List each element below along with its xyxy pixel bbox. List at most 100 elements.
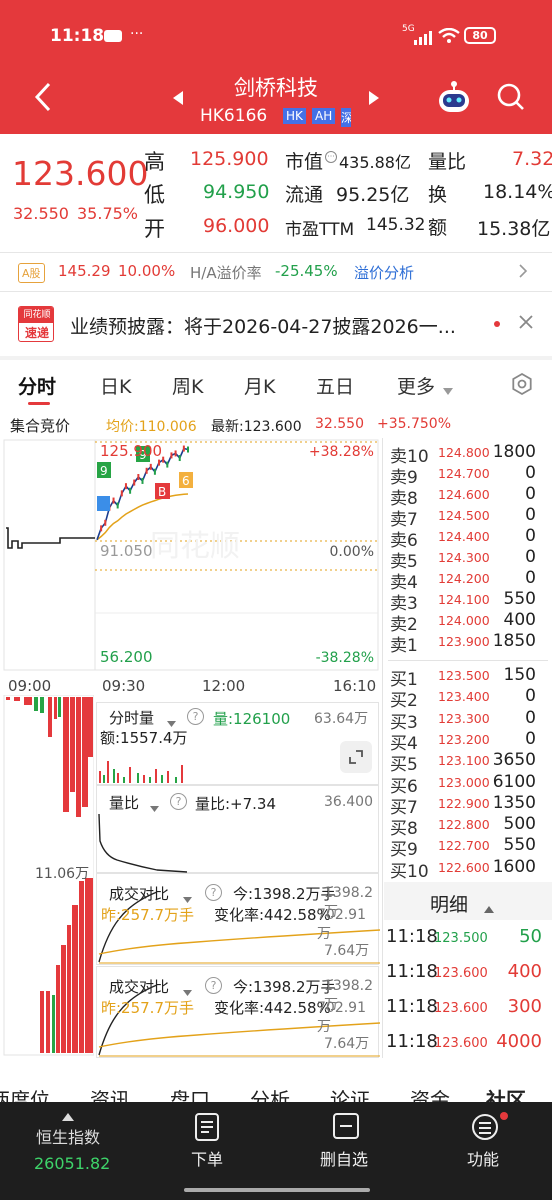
status-bar: 11:18 ··· 5G 80 [0, 18, 552, 58]
section-tab-community[interactable]: 社区 [486, 1084, 526, 1102]
detail-row: 11:18 123.600 4000 [384, 1027, 552, 1061]
orderbook-row[interactable]: 卖5 124.300 0 [388, 547, 548, 572]
vol-ratio-panel[interactable]: 量比 ? 量比:+7.34 36.400 [96, 785, 379, 873]
compare-panel-1[interactable]: 成交对比 ? 今:1398.2万手 昨:257.7万手 变化率:442.58% … [96, 873, 380, 965]
tab-daily[interactable]: 日K [100, 372, 131, 399]
gear-icon [512, 372, 532, 396]
premium-analysis-link[interactable]: 溢价分析 [354, 262, 414, 283]
search-button[interactable] [496, 82, 526, 116]
orderbook-row[interactable]: 买5 123.100 3650 [388, 750, 548, 775]
price-chart[interactable]: 同花顺 9 9 B 6 125.900 +38.28% 91.050 0.00%… [0, 438, 384, 700]
tab-more[interactable]: 更多 [397, 372, 435, 399]
section-tab-handicap[interactable]: 盘口 [170, 1084, 210, 1102]
function-button[interactable]: 功能 [448, 1110, 522, 1180]
orderbook-row[interactable]: 卖4 124.200 0 [388, 568, 548, 593]
orderbook-price: 123.000 [438, 774, 490, 790]
orderbook-row[interactable]: 买10 122.600 1600 [388, 857, 548, 882]
robot-assistant-button[interactable] [436, 80, 472, 118]
detail-price: 123.600 [434, 1036, 488, 1051]
price-tick [137, 474, 140, 481]
expand-button[interactable] [340, 741, 372, 773]
orderbook-price: 124.400 [438, 529, 490, 544]
price-tick [145, 467, 148, 474]
compare-today-1: 今:1398.2万手 [233, 885, 336, 903]
orderbook-row[interactable]: 卖8 124.600 0 [388, 484, 548, 509]
close-notice-button[interactable] [518, 314, 534, 334]
orderbook-row[interactable]: 买8 122.800 500 [388, 814, 548, 839]
section-tab-0[interactable]: 两度位 [0, 1084, 50, 1102]
compare-title-2[interactable]: 成交对比 [109, 976, 169, 997]
orderbook-row[interactable]: 卖6 124.400 0 [388, 526, 548, 551]
orderbook-row[interactable]: 买7 122.900 1350 [388, 793, 548, 818]
remove-watchlist-button[interactable]: 删自选 [306, 1110, 386, 1180]
orderbook-price: 122.800 [438, 817, 490, 833]
next-stock-button[interactable] [368, 90, 380, 109]
section-tab-news[interactable]: 资讯 [90, 1084, 130, 1102]
auction-label: 集合竞价 [10, 417, 71, 435]
panel-divider [382, 438, 383, 1058]
compare-change-2: 变化率:442.58% [214, 999, 331, 1017]
orderbook-row[interactable]: 卖10 124.800 1800 [388, 442, 548, 467]
title-row: 剑桥科技 HK6166 HK AH 深 [0, 68, 552, 134]
index-name: 恒生指数 [36, 1128, 101, 1147]
order-button[interactable]: 下单 [170, 1110, 244, 1180]
stock-code: HK6166 [200, 106, 268, 126]
price-tick [149, 463, 152, 470]
chart-settings-button[interactable] [510, 372, 534, 400]
orderbook-row[interactable]: 买1 123.500 150 [388, 665, 548, 690]
orderbook-row[interactable]: 买9 122.700 550 [388, 835, 548, 860]
avg-price-label: 均价:110.006 [106, 419, 197, 435]
help-icon[interactable]: ? [205, 884, 222, 901]
orderbook-price: 123.200 [438, 731, 490, 747]
orderbook-volume: 0 [525, 505, 536, 525]
help-icon[interactable]: ? [205, 977, 222, 994]
a-share-row[interactable]: A股 145.29 10.00% H/A溢价率 -25.45% 溢价分析 [0, 253, 552, 291]
notification-dot [500, 1112, 508, 1120]
orderbook-volume: 550 [503, 589, 536, 609]
orderbook-price: 124.600 [438, 487, 490, 502]
orderbook-row[interactable]: 卖2 124.000 400 [388, 610, 548, 635]
unread-dot [494, 321, 500, 327]
tab-intraday[interactable]: 分时 [18, 372, 56, 399]
bottom-section-tabs: 两度位 资讯 盘口 分析 论证 资金 社区 [0, 1080, 552, 1102]
orderbook-price: 123.900 [438, 634, 490, 649]
tab-weekly[interactable]: 周K [172, 372, 203, 399]
help-icon[interactable]: ? [187, 708, 204, 725]
tab-five-day[interactable]: 五日 [316, 372, 354, 399]
time-label-0900: 09:00 [8, 677, 51, 695]
compare-title-1[interactable]: 成交对比 [109, 883, 169, 904]
orderbook-row[interactable]: 卖3 124.100 550 [388, 589, 548, 614]
orderbook-row[interactable]: 买2 123.400 0 [388, 686, 548, 711]
vol-ratio-label: 量比 [428, 151, 467, 173]
info-dots-icon[interactable]: ··· [325, 151, 337, 163]
notice-row[interactable]: 同花顺 速递 业绩预披露：将于2026-04-27披露2026一... [0, 292, 552, 356]
compare-panel-2[interactable]: 成交对比 ? 今:1398.2万手 昨:257.7万手 变化率:442.58% … [96, 966, 380, 1058]
ha-premium-label: H/A溢价率 [190, 264, 262, 282]
latest-price-label: 最新:123.600 [211, 419, 302, 435]
index-ticker[interactable]: 恒生指数 26051.82 [0, 1102, 138, 1182]
orderbook-row[interactable]: 卖9 124.700 0 [388, 463, 548, 488]
price-tick [158, 459, 161, 466]
detail-time: 11:18 [386, 926, 438, 947]
turnover-label: 换 [428, 184, 448, 206]
notice-text: 业绩预披露：将于2026-04-27披露2026一... [70, 316, 456, 338]
orderbook-row[interactable]: 卖7 124.500 0 [388, 505, 548, 530]
orderbook-row[interactable]: 买6 123.000 6100 [388, 772, 548, 797]
orderbook-row[interactable]: 买4 123.200 0 [388, 729, 548, 754]
open-label: 开 [144, 217, 165, 241]
orderbook-volume: 550 [503, 835, 536, 856]
details-header[interactable]: 明细 [384, 882, 552, 920]
orderbook-row[interactable]: 卖1 123.900 1850 [388, 631, 548, 656]
section-tab-funds[interactable]: 资金 [410, 1084, 450, 1102]
section-tab-4[interactable]: 论证 [330, 1084, 370, 1102]
caret-up-icon [484, 898, 494, 917]
volume-panel[interactable]: 分时量 ? 量:126100 63.64万 额:1557.4万 [96, 702, 379, 785]
detail-time: 11:18 [386, 996, 438, 1017]
orderbook-volume: 3650 [492, 750, 536, 771]
orderbook-row[interactable]: 买3 123.300 0 [388, 707, 548, 733]
volume-panel-title[interactable]: 分时量 [109, 707, 154, 728]
orderbook-volume: 0 [525, 707, 536, 728]
badge-ah: AH [312, 108, 336, 124]
section-tab-analysis[interactable]: 分析 [250, 1084, 290, 1102]
tab-monthly[interactable]: 月K [244, 372, 275, 399]
